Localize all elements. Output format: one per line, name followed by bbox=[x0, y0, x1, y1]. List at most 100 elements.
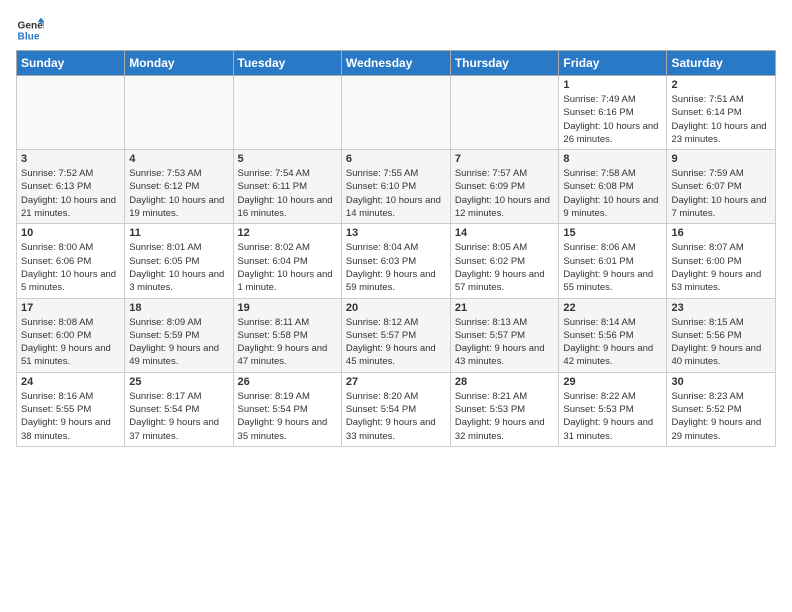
calendar-cell: 8 Sunrise: 7:58 AM Sunset: 6:08 PM Daylig… bbox=[559, 150, 667, 224]
day-number: 16 bbox=[671, 227, 771, 239]
calendar-cell: 16 Sunrise: 8:07 AM Sunset: 6:00 PM Dayli… bbox=[667, 224, 776, 298]
day-number: 24 bbox=[21, 376, 120, 388]
day-number: 8 bbox=[563, 153, 662, 165]
calendar-cell: 3 Sunrise: 7:52 AM Sunset: 6:13 PM Daylig… bbox=[17, 150, 125, 224]
calendar-cell: 20Sunrise: 8:12 AM Sunset: 5:57 PM Dayli… bbox=[341, 298, 450, 372]
calendar-cell: 27 Sunrise: 8:20 AM Sunset: 5:54 PM Dayli… bbox=[341, 372, 450, 446]
day-info: Sunrise: 8:17 AM Sunset: 5:54 PM Dayligh… bbox=[129, 390, 228, 443]
weekday-header: Friday bbox=[559, 51, 667, 76]
calendar-cell: 9 Sunrise: 7:59 AM Sunset: 6:07 PM Daylig… bbox=[667, 150, 776, 224]
day-info: Sunrise: 8:06 AM Sunset: 6:01 PM Dayligh… bbox=[563, 241, 662, 294]
day-info: Sunrise: 7:55 AM Sunset: 6:10 PM Dayligh… bbox=[346, 167, 446, 220]
calendar-cell: 23 Sunrise: 8:15 AM Sunset: 5:56 PM Dayli… bbox=[667, 298, 776, 372]
day-number: 17 bbox=[21, 302, 120, 314]
day-info: Sunrise: 8:13 AM Sunset: 5:57 PM Dayligh… bbox=[455, 316, 555, 369]
logo: General Blue bbox=[16, 16, 46, 44]
weekday-header: Monday bbox=[125, 51, 233, 76]
logo-icon: General Blue bbox=[16, 16, 44, 44]
day-number: 28 bbox=[455, 376, 555, 388]
day-number: 2 bbox=[671, 79, 771, 91]
calendar-week-row: 24 Sunrise: 8:16 AM Sunset: 5:55 PM Dayli… bbox=[17, 372, 776, 446]
day-number: 30 bbox=[671, 376, 771, 388]
day-number: 26 bbox=[238, 376, 337, 388]
day-number: 27 bbox=[346, 376, 446, 388]
calendar-header-row: SundayMondayTuesdayWednesdayThursdayFrid… bbox=[17, 51, 776, 76]
calendar-cell: 6Sunrise: 7:55 AM Sunset: 6:10 PM Daylig… bbox=[341, 150, 450, 224]
calendar-cell bbox=[125, 76, 233, 150]
calendar-cell: 22 Sunrise: 8:14 AM Sunset: 5:56 PM Dayli… bbox=[559, 298, 667, 372]
svg-text:Blue: Blue bbox=[18, 31, 40, 42]
calendar-cell bbox=[17, 76, 125, 150]
calendar-cell: 18 Sunrise: 8:09 AM Sunset: 5:59 PM Dayli… bbox=[125, 298, 233, 372]
day-info: Sunrise: 7:53 AM Sunset: 6:12 PM Dayligh… bbox=[129, 167, 228, 220]
calendar-cell: 21 Sunrise: 8:13 AM Sunset: 5:57 PM Dayli… bbox=[450, 298, 559, 372]
day-number: 4 bbox=[129, 153, 228, 165]
calendar-cell: 10 Sunrise: 8:00 AM Sunset: 6:06 PM Dayli… bbox=[17, 224, 125, 298]
weekday-header: Thursday bbox=[450, 51, 559, 76]
day-info: Sunrise: 7:59 AM Sunset: 6:07 PM Dayligh… bbox=[671, 167, 771, 220]
day-info: Sunrise: 7:51 AM Sunset: 6:14 PM Dayligh… bbox=[671, 93, 771, 146]
day-info: Sunrise: 8:22 AM Sunset: 5:53 PM Dayligh… bbox=[563, 390, 662, 443]
calendar-cell: 30 Sunrise: 8:23 AM Sunset: 5:52 PM Dayli… bbox=[667, 372, 776, 446]
calendar-cell: 1Sunrise: 7:49 AM Sunset: 6:16 PM Daylig… bbox=[559, 76, 667, 150]
day-info: Sunrise: 8:11 AM Sunset: 5:58 PM Dayligh… bbox=[238, 316, 337, 369]
day-number: 11 bbox=[129, 227, 228, 239]
day-info: Sunrise: 8:16 AM Sunset: 5:55 PM Dayligh… bbox=[21, 390, 120, 443]
day-number: 10 bbox=[21, 227, 120, 239]
day-number: 18 bbox=[129, 302, 228, 314]
calendar-cell bbox=[233, 76, 341, 150]
day-info: Sunrise: 8:12 AM Sunset: 5:57 PM Dayligh… bbox=[346, 316, 446, 369]
calendar-cell: 11 Sunrise: 8:01 AM Sunset: 6:05 PM Dayli… bbox=[125, 224, 233, 298]
weekday-header: Tuesday bbox=[233, 51, 341, 76]
day-info: Sunrise: 7:57 AM Sunset: 6:09 PM Dayligh… bbox=[455, 167, 555, 220]
day-info: Sunrise: 8:00 AM Sunset: 6:06 PM Dayligh… bbox=[21, 241, 120, 294]
day-number: 1 bbox=[563, 79, 662, 91]
weekday-header: Sunday bbox=[17, 51, 125, 76]
day-number: 23 bbox=[671, 302, 771, 314]
day-number: 9 bbox=[671, 153, 771, 165]
calendar-cell: 26 Sunrise: 8:19 AM Sunset: 5:54 PM Dayli… bbox=[233, 372, 341, 446]
day-info: Sunrise: 8:08 AM Sunset: 6:00 PM Dayligh… bbox=[21, 316, 120, 369]
day-info: Sunrise: 8:09 AM Sunset: 5:59 PM Dayligh… bbox=[129, 316, 228, 369]
calendar-cell: 15 Sunrise: 8:06 AM Sunset: 6:01 PM Dayli… bbox=[559, 224, 667, 298]
calendar-cell: 17 Sunrise: 8:08 AM Sunset: 6:00 PM Dayli… bbox=[17, 298, 125, 372]
calendar-week-row: 10 Sunrise: 8:00 AM Sunset: 6:06 PM Dayli… bbox=[17, 224, 776, 298]
day-number: 7 bbox=[455, 153, 555, 165]
day-info: Sunrise: 8:14 AM Sunset: 5:56 PM Dayligh… bbox=[563, 316, 662, 369]
day-number: 12 bbox=[238, 227, 337, 239]
day-info: Sunrise: 8:02 AM Sunset: 6:04 PM Dayligh… bbox=[238, 241, 337, 294]
calendar-cell bbox=[450, 76, 559, 150]
day-number: 15 bbox=[563, 227, 662, 239]
page-header: General Blue bbox=[16, 16, 776, 44]
calendar-cell: 2 Sunrise: 7:51 AM Sunset: 6:14 PM Daylig… bbox=[667, 76, 776, 150]
day-info: Sunrise: 8:05 AM Sunset: 6:02 PM Dayligh… bbox=[455, 241, 555, 294]
calendar-cell: 4 Sunrise: 7:53 AM Sunset: 6:12 PM Daylig… bbox=[125, 150, 233, 224]
day-info: Sunrise: 8:23 AM Sunset: 5:52 PM Dayligh… bbox=[671, 390, 771, 443]
calendar-week-row: 1Sunrise: 7:49 AM Sunset: 6:16 PM Daylig… bbox=[17, 76, 776, 150]
day-info: Sunrise: 8:04 AM Sunset: 6:03 PM Dayligh… bbox=[346, 241, 446, 294]
day-number: 3 bbox=[21, 153, 120, 165]
day-info: Sunrise: 8:15 AM Sunset: 5:56 PM Dayligh… bbox=[671, 316, 771, 369]
day-info: Sunrise: 8:19 AM Sunset: 5:54 PM Dayligh… bbox=[238, 390, 337, 443]
day-number: 19 bbox=[238, 302, 337, 314]
day-number: 13 bbox=[346, 227, 446, 239]
day-info: Sunrise: 7:58 AM Sunset: 6:08 PM Dayligh… bbox=[563, 167, 662, 220]
calendar-table: SundayMondayTuesdayWednesdayThursdayFrid… bbox=[16, 50, 776, 447]
day-number: 14 bbox=[455, 227, 555, 239]
day-number: 21 bbox=[455, 302, 555, 314]
calendar-week-row: 17 Sunrise: 8:08 AM Sunset: 6:00 PM Dayli… bbox=[17, 298, 776, 372]
weekday-header: Saturday bbox=[667, 51, 776, 76]
day-info: Sunrise: 7:52 AM Sunset: 6:13 PM Dayligh… bbox=[21, 167, 120, 220]
day-number: 29 bbox=[563, 376, 662, 388]
day-info: Sunrise: 8:20 AM Sunset: 5:54 PM Dayligh… bbox=[346, 390, 446, 443]
day-number: 22 bbox=[563, 302, 662, 314]
calendar-cell: 29 Sunrise: 8:22 AM Sunset: 5:53 PM Dayli… bbox=[559, 372, 667, 446]
calendar-cell: 25Sunrise: 8:17 AM Sunset: 5:54 PM Dayli… bbox=[125, 372, 233, 446]
calendar-cell: 5Sunrise: 7:54 AM Sunset: 6:11 PM Daylig… bbox=[233, 150, 341, 224]
day-info: Sunrise: 8:07 AM Sunset: 6:00 PM Dayligh… bbox=[671, 241, 771, 294]
day-info: Sunrise: 8:01 AM Sunset: 6:05 PM Dayligh… bbox=[129, 241, 228, 294]
calendar-week-row: 3 Sunrise: 7:52 AM Sunset: 6:13 PM Daylig… bbox=[17, 150, 776, 224]
calendar-cell bbox=[341, 76, 450, 150]
calendar-cell: 28Sunrise: 8:21 AM Sunset: 5:53 PM Dayli… bbox=[450, 372, 559, 446]
weekday-header: Wednesday bbox=[341, 51, 450, 76]
